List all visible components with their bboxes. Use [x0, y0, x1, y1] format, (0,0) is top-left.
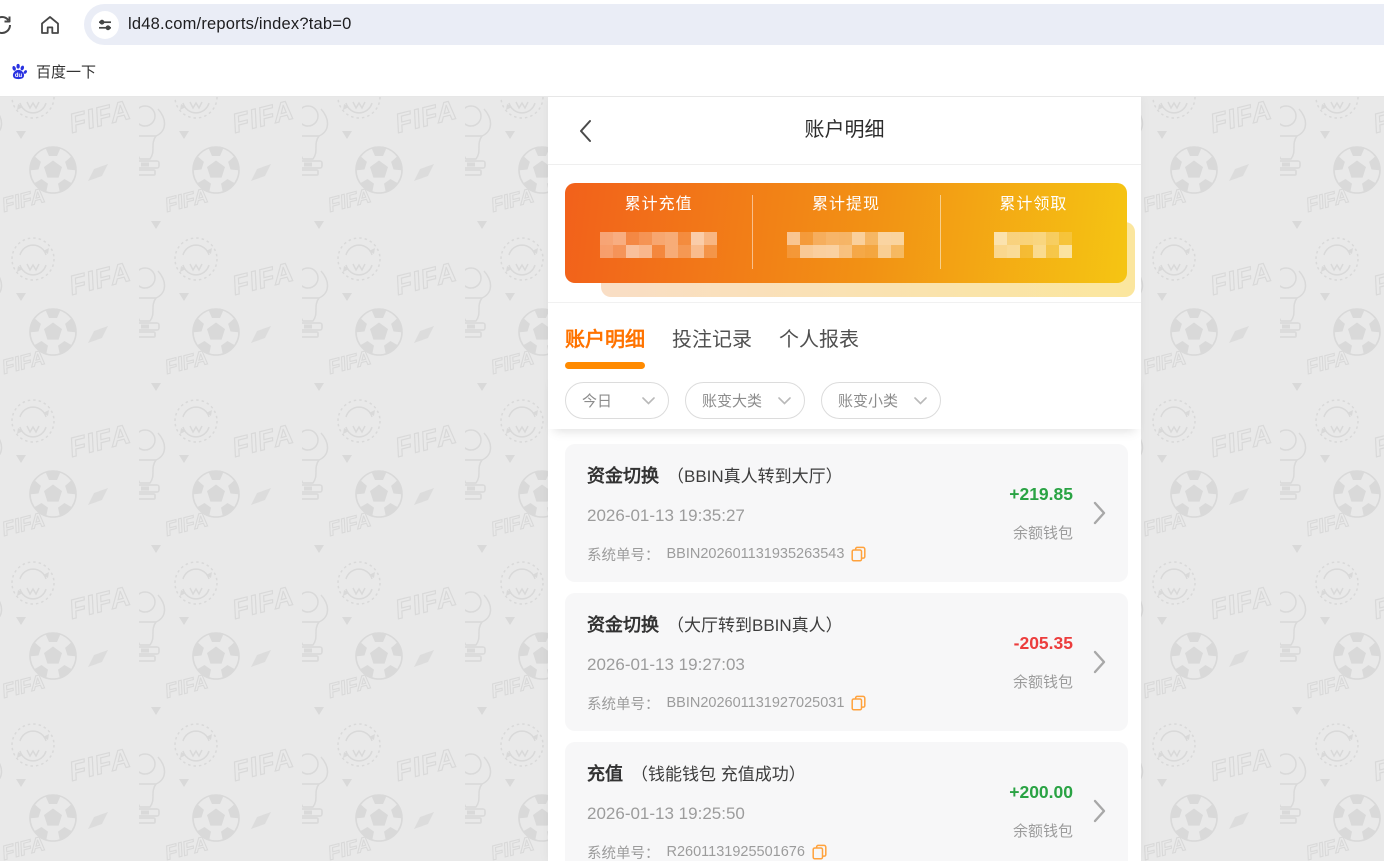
- transaction-amount: +200.00: [1009, 782, 1073, 803]
- home-icon[interactable]: [38, 13, 62, 37]
- transaction-type: 资金切换: [587, 611, 659, 637]
- page-background: FIFA FIFA: [0, 97, 1384, 861]
- transaction-row[interactable]: 资金切换 （BBIN真人转到大厅） 2026-01-13 19:35:27 系统…: [565, 444, 1128, 582]
- account-detail-panel: 账户明细 累计充值 累计提现 累计领取 账户明细: [548, 97, 1141, 861]
- tab-personal-report[interactable]: 个人报表: [779, 327, 859, 369]
- order-label: 系统单号：: [587, 693, 660, 714]
- baidu-icon: du: [9, 62, 28, 81]
- order-number: BBIN202601131935263543: [667, 546, 845, 562]
- svg-text:du: du: [15, 73, 23, 79]
- filter-label: 今日: [582, 390, 612, 411]
- transaction-info: 充值 （钱能钱包 充值成功） 2026-01-13 19:25:50 系统单号：…: [587, 760, 953, 861]
- browser-toolbar: ld48.com/reports/index?tab=0: [0, 0, 1384, 46]
- order-number: BBIN202601131927025031: [667, 695, 845, 711]
- filter-minor-category-dropdown[interactable]: 账变小类: [821, 382, 941, 419]
- masked-value: [994, 232, 1072, 258]
- report-tabs: 账户明细 投注记录 个人报表: [548, 303, 1141, 369]
- page-title: 账户明细: [548, 97, 1141, 164]
- wallet-label: 余额钱包: [1013, 671, 1073, 692]
- order-number: R2601131925501676: [667, 844, 805, 860]
- tune-icon: [97, 17, 113, 33]
- copy-icon[interactable]: [812, 844, 827, 860]
- chevron-right-icon[interactable]: [1093, 501, 1106, 525]
- masked-value: [600, 232, 717, 258]
- transaction-info: 资金切换 （大厅转到BBIN真人） 2026-01-13 19:27:03 系统…: [587, 611, 953, 714]
- order-label: 系统单号：: [587, 842, 660, 861]
- panel-header: 账户明细: [548, 97, 1141, 165]
- wallet-label: 余额钱包: [1013, 820, 1073, 841]
- chevron-down-icon: [778, 397, 791, 405]
- chevron-right-icon[interactable]: [1093, 799, 1106, 823]
- copy-icon[interactable]: [851, 695, 866, 711]
- summary-label: 累计领取: [999, 195, 1067, 215]
- tab-account-detail[interactable]: 账户明细: [565, 327, 645, 369]
- tab-label: 账户明细: [565, 329, 645, 351]
- transaction-amount-block: +200.00 余额钱包: [953, 782, 1073, 841]
- summary-card: 累计充值 累计提现 累计领取: [565, 183, 1127, 283]
- summary-label: 累计充值: [625, 195, 693, 215]
- order-label: 系统单号：: [587, 544, 660, 565]
- transaction-amount-block: +219.85 余额钱包: [953, 484, 1073, 543]
- summary-total-withdraw: 累计提现: [752, 183, 939, 283]
- transaction-type: 资金切换: [587, 462, 659, 488]
- transaction-type: 充值: [587, 760, 623, 786]
- transaction-detail: （BBIN真人转到大厅）: [667, 462, 843, 487]
- transaction-row[interactable]: 资金切换 （大厅转到BBIN真人） 2026-01-13 19:27:03 系统…: [565, 593, 1128, 731]
- filter-label: 账变小类: [838, 390, 898, 411]
- chevron-down-icon: [642, 397, 655, 405]
- transaction-info: 资金切换 （BBIN真人转到大厅） 2026-01-13 19:35:27 系统…: [587, 462, 953, 565]
- active-tab-underline: [565, 362, 645, 369]
- wallet-label: 余额钱包: [1013, 522, 1073, 543]
- transaction-amount: -205.35: [1014, 633, 1073, 654]
- transaction-list: 资金切换 （BBIN真人转到大厅） 2026-01-13 19:35:27 系统…: [548, 429, 1141, 861]
- tab-label: 个人报表: [779, 329, 859, 351]
- chevron-down-icon: [914, 397, 927, 405]
- summary-total-claim: 累计领取: [940, 183, 1127, 283]
- transaction-time: 2026-01-13 19:25:50: [587, 804, 953, 824]
- filter-major-category-dropdown[interactable]: 账变大类: [685, 382, 805, 419]
- reload-icon[interactable]: [0, 13, 14, 37]
- tab-bet-records[interactable]: 投注记录: [672, 327, 752, 369]
- url-text[interactable]: ld48.com/reports/index?tab=0: [128, 15, 351, 34]
- chevron-right-icon[interactable]: [1093, 650, 1106, 674]
- summary-label: 累计提现: [812, 195, 880, 215]
- transaction-row[interactable]: 充值 （钱能钱包 充值成功） 2026-01-13 19:25:50 系统单号：…: [565, 742, 1128, 861]
- bookmark-baidu[interactable]: du 百度一下: [9, 61, 96, 82]
- site-settings-chip[interactable]: [91, 11, 119, 39]
- summary-section: 累计充值 累计提现 累计领取: [548, 165, 1141, 303]
- transaction-amount-block: -205.35 余额钱包: [953, 633, 1073, 692]
- transaction-amount: +219.85: [1009, 484, 1073, 505]
- transaction-detail: （大厅转到BBIN真人）: [667, 611, 843, 636]
- bookmark-label[interactable]: 百度一下: [36, 61, 96, 82]
- transaction-time: 2026-01-13 19:27:03: [587, 655, 953, 675]
- filter-row: 今日 账变大类 账变小类: [548, 369, 1141, 429]
- transaction-time: 2026-01-13 19:35:27: [587, 506, 953, 526]
- transaction-detail: （钱能钱包 充值成功）: [631, 760, 806, 785]
- address-bar[interactable]: ld48.com/reports/index?tab=0: [84, 4, 1384, 45]
- back-button[interactable]: [578, 119, 592, 143]
- masked-value: [787, 232, 904, 258]
- filter-date-dropdown[interactable]: 今日: [565, 382, 669, 419]
- summary-total-deposit: 累计充值: [565, 183, 752, 283]
- filter-label: 账变大类: [702, 390, 762, 411]
- bookmarks-bar: du 百度一下: [0, 46, 1384, 97]
- copy-icon[interactable]: [851, 546, 866, 562]
- tab-label: 投注记录: [672, 329, 752, 351]
